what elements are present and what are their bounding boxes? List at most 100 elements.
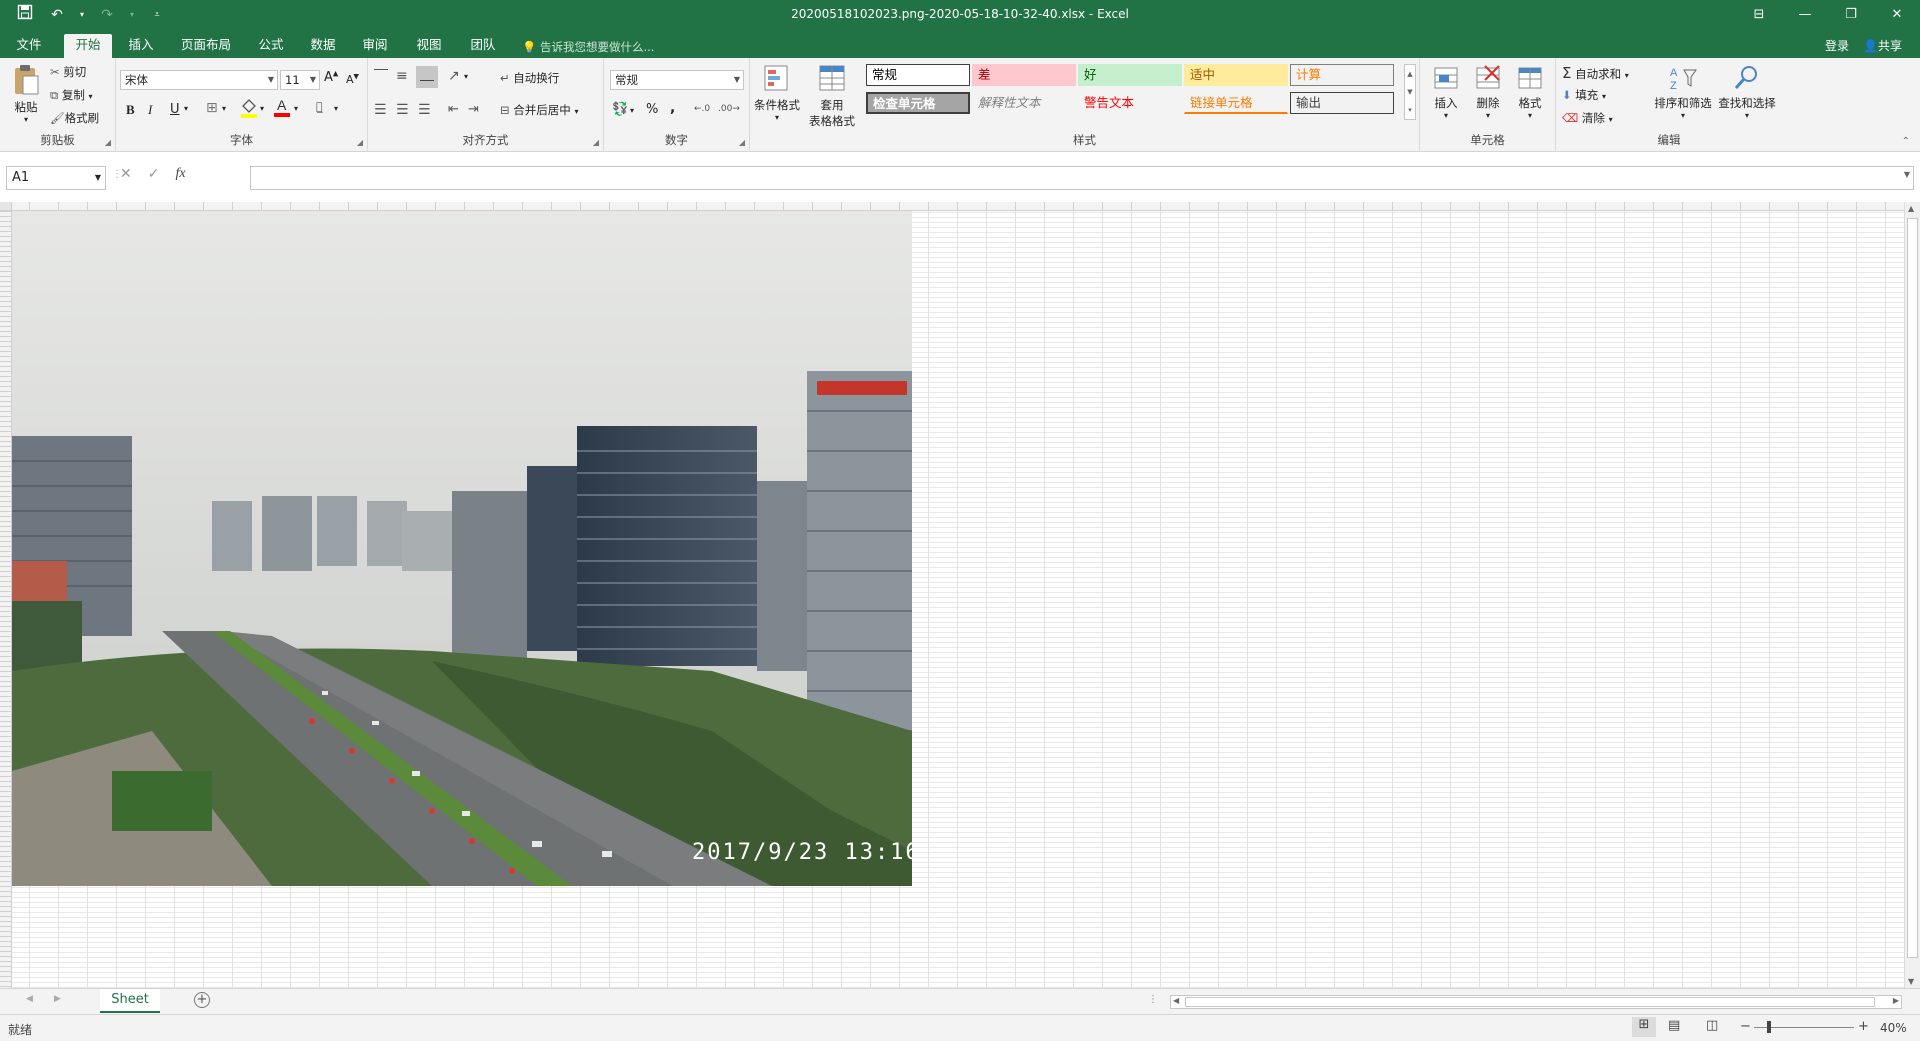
- ribbon-display-icon[interactable]: ⊟: [1736, 0, 1782, 30]
- cell-style-0[interactable]: 常规: [866, 64, 970, 86]
- paste-button[interactable]: 粘贴 ▾: [8, 64, 44, 124]
- align-middle-icon[interactable]: ≡: [396, 68, 408, 84]
- scroll-up-icon[interactable]: ▲: [1908, 204, 1914, 213]
- font-color-dropdown-icon[interactable]: ▾: [294, 104, 298, 113]
- conditional-format-button[interactable]: 条件格式 ▾: [752, 64, 802, 122]
- embedded-photo[interactable]: 2017/9/23 13:16: [12, 211, 912, 886]
- select-all-corner[interactable]: [0, 202, 12, 211]
- delete-cells-button[interactable]: 删除 ▾: [1470, 64, 1506, 120]
- tab-home[interactable]: 开始: [64, 34, 112, 58]
- tab-review[interactable]: 审阅: [358, 34, 392, 58]
- font-size-select[interactable]: 11 ▼: [280, 70, 320, 90]
- insert-function-icon[interactable]: fx: [175, 166, 185, 182]
- borders-icon[interactable]: ⊞: [206, 100, 218, 116]
- align-center-icon[interactable]: ☰: [396, 102, 409, 118]
- italic-button[interactable]: I: [148, 102, 152, 118]
- cell-style-4[interactable]: 计算: [1290, 64, 1394, 86]
- find-select-button[interactable]: 查找和选择 ▾: [1716, 64, 1778, 120]
- zoom-level[interactable]: 40%: [1880, 1021, 1907, 1035]
- page-break-view-icon[interactable]: ◫: [1706, 1018, 1718, 1033]
- autosum-button[interactable]: Σ 自动求和 ▾: [1562, 64, 1629, 82]
- name-box[interactable]: A1 ▼: [6, 166, 106, 190]
- collapse-ribbon-icon[interactable]: ⌃: [1902, 136, 1910, 147]
- phonetic-dropdown-icon[interactable]: ▾: [334, 104, 338, 113]
- prev-sheet-icon[interactable]: ◀: [26, 994, 33, 1004]
- orientation-icon[interactable]: ↗: [448, 68, 460, 84]
- cell-style-9[interactable]: 输出: [1290, 92, 1394, 114]
- minimize-icon[interactable]: —: [1782, 0, 1828, 30]
- fill-color-dropdown-icon[interactable]: ▾: [260, 104, 264, 113]
- merge-center-button[interactable]: ⊟ 合并后居中 ▾: [500, 102, 578, 118]
- gallery-more-icon[interactable]: ▾: [1405, 101, 1415, 119]
- login-link[interactable]: 登录: [1825, 37, 1849, 54]
- comma-button[interactable]: ,: [670, 100, 675, 116]
- decrease-indent-icon[interactable]: ⇤: [448, 102, 459, 117]
- number-format-select[interactable]: 常规 ▼: [610, 70, 744, 90]
- cell-style-2[interactable]: 好: [1078, 64, 1182, 86]
- zoom-slider-thumb[interactable]: [1767, 1021, 1771, 1033]
- font-color-button[interactable]: A: [274, 96, 290, 121]
- vertical-scrollbar[interactable]: ▲ ▼: [1904, 202, 1920, 988]
- column-headers[interactable]: [0, 202, 1904, 211]
- fill-button[interactable]: ⬇ 填充 ▾: [1562, 87, 1606, 103]
- tab-insert[interactable]: 插入: [124, 34, 158, 58]
- horizontal-scroll-thumb[interactable]: [1185, 997, 1875, 1007]
- accounting-dropdown-icon[interactable]: ▾: [630, 106, 634, 115]
- next-sheet-icon[interactable]: ▶: [54, 994, 61, 1004]
- decrease-decimal-icon[interactable]: .00→: [718, 104, 740, 114]
- align-bottom-icon[interactable]: ⎽: [416, 66, 438, 88]
- horizontal-scrollbar[interactable]: ◀ ▶: [1170, 995, 1902, 1009]
- wrap-text-button[interactable]: ↵ 自动换行: [500, 70, 559, 86]
- format-painter-button[interactable]: 🖌格式刷: [50, 110, 99, 126]
- phonetic-icon[interactable]: 文̲: [316, 100, 323, 113]
- tab-data[interactable]: 数据: [306, 34, 340, 58]
- tab-team[interactable]: 团队: [466, 34, 500, 58]
- number-launcher-icon[interactable]: ◢: [739, 138, 745, 147]
- cell-style-8[interactable]: 链接单元格: [1184, 92, 1288, 114]
- underline-dropdown-icon[interactable]: ▾: [184, 104, 188, 113]
- sort-filter-button[interactable]: AZ 排序和筛选 ▾: [1652, 64, 1714, 120]
- add-sheet-icon[interactable]: +: [194, 992, 210, 1008]
- tell-me-search[interactable]: 💡 告诉我您想要做什么...: [522, 39, 654, 55]
- accounting-icon[interactable]: 💱: [612, 102, 628, 117]
- align-top-icon[interactable]: ⎺: [374, 68, 388, 84]
- format-cells-button[interactable]: 格式 ▾: [1512, 64, 1548, 120]
- grow-font-button[interactable]: A▲: [324, 70, 338, 85]
- alignment-launcher-icon[interactable]: ◢: [593, 138, 599, 147]
- insert-cells-button[interactable]: 插入 ▾: [1428, 64, 1464, 120]
- increase-indent-icon[interactable]: ⇥: [468, 102, 479, 117]
- cut-button[interactable]: ✂ 剪切: [50, 64, 86, 80]
- tab-formulas[interactable]: 公式: [254, 34, 288, 58]
- normal-view-icon[interactable]: ⊞: [1632, 1017, 1656, 1037]
- close-icon[interactable]: ✕: [1874, 0, 1920, 30]
- cell-style-7[interactable]: 警告文本: [1078, 92, 1182, 114]
- gallery-scroll[interactable]: ▲ ▼ ▾: [1404, 64, 1416, 120]
- splitter-grip-icon[interactable]: ⋮: [1148, 994, 1158, 1005]
- enter-icon[interactable]: ✓: [148, 166, 160, 182]
- bold-button[interactable]: B: [126, 102, 135, 118]
- expand-formula-icon[interactable]: ▼: [1904, 170, 1910, 179]
- restore-icon[interactable]: ❐: [1828, 0, 1874, 30]
- tab-file[interactable]: 文件: [12, 34, 46, 58]
- formula-input[interactable]: [250, 166, 1914, 190]
- cancel-icon[interactable]: ✕: [120, 166, 132, 182]
- clear-button[interactable]: ⌫ 清除 ▾: [1562, 110, 1613, 126]
- zoom-in-icon[interactable]: +: [1858, 1019, 1869, 1034]
- borders-dropdown-icon[interactable]: ▾: [222, 104, 226, 113]
- cell-style-5[interactable]: 检查单元格: [866, 92, 970, 114]
- zoom-out-icon[interactable]: −: [1740, 1019, 1751, 1034]
- orientation-dropdown-icon[interactable]: ▾: [464, 72, 468, 81]
- format-as-table-button[interactable]: 套用 表格格式: [804, 64, 860, 129]
- gallery-up-icon[interactable]: ▲: [1405, 65, 1415, 83]
- align-left-icon[interactable]: ☰: [374, 102, 387, 118]
- font-name-select[interactable]: 宋体 ▼: [120, 70, 278, 90]
- tab-view[interactable]: 视图: [412, 34, 446, 58]
- clipboard-launcher-icon[interactable]: ◢: [105, 138, 111, 147]
- increase-decimal-icon[interactable]: ←.0: [694, 104, 710, 114]
- scroll-right-icon[interactable]: ▶: [1893, 996, 1899, 1005]
- percent-button[interactable]: %: [646, 102, 658, 117]
- row-headers[interactable]: [0, 211, 12, 988]
- page-layout-view-icon[interactable]: ▤: [1668, 1018, 1680, 1033]
- share-button[interactable]: 👤共享: [1863, 37, 1902, 54]
- scroll-down-icon[interactable]: ▼: [1908, 977, 1914, 986]
